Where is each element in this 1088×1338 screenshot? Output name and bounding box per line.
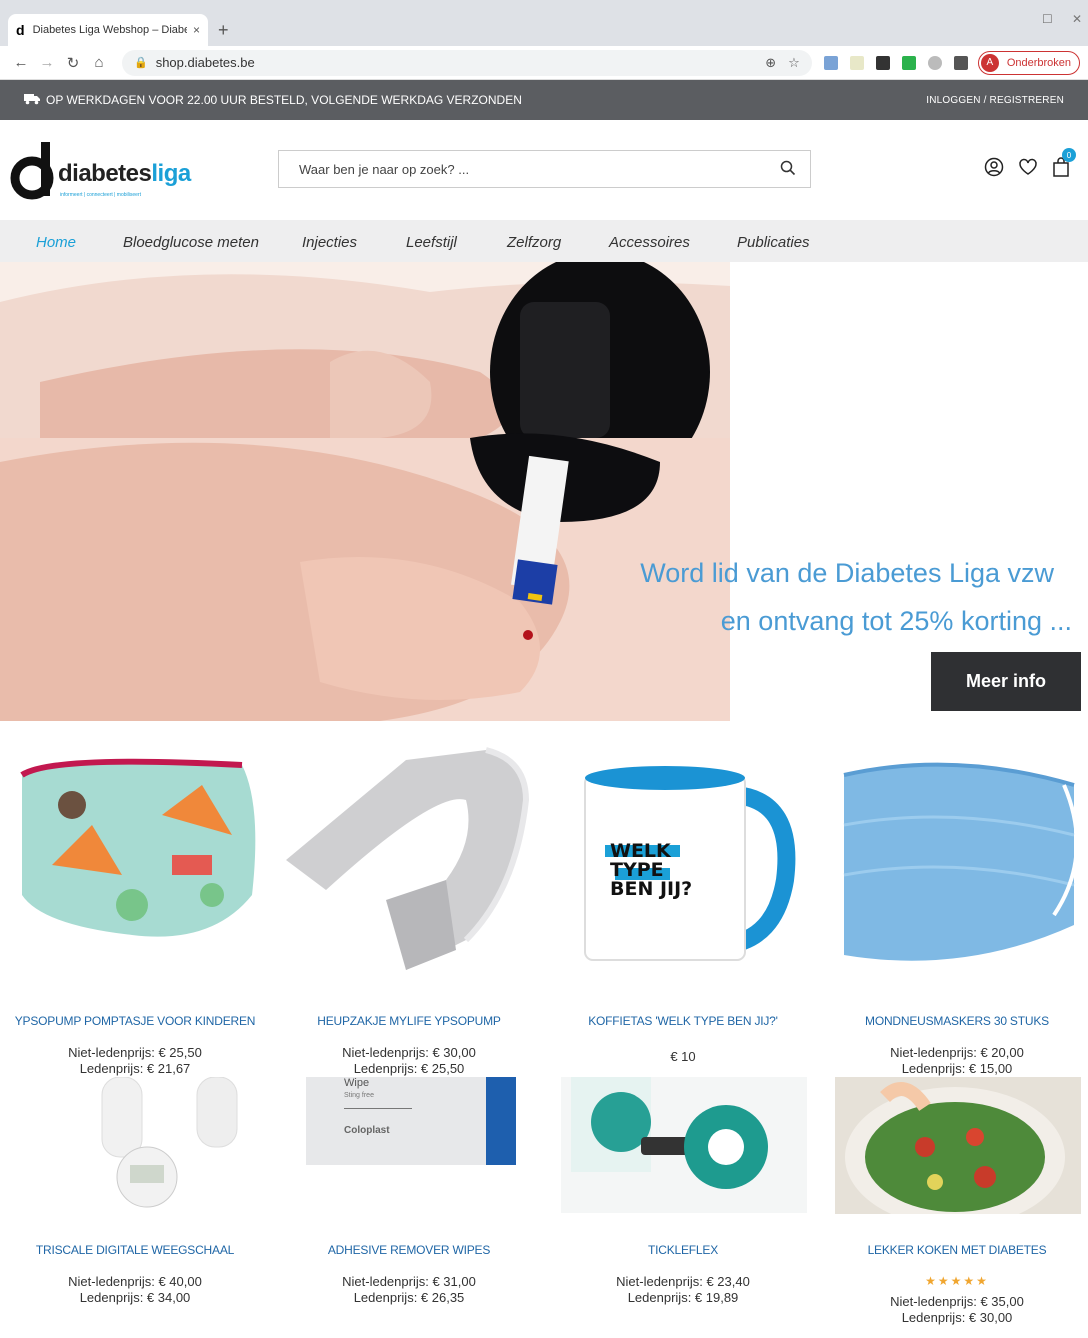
product-name[interactable]: MONDNEUSMASKERS 30 STUKS bbox=[822, 1014, 1088, 1028]
back-icon[interactable]: ← bbox=[8, 54, 34, 71]
nav-item-zelfzorg[interactable]: Zelfzorg bbox=[507, 234, 561, 251]
wipes-package-edge bbox=[486, 1077, 516, 1165]
wipes-brand: Coloplast bbox=[344, 1125, 390, 1136]
nav-item-accessoires[interactable]: Accessoires bbox=[609, 234, 690, 251]
product-name[interactable]: LEKKER KOKEN MET DIABETES bbox=[822, 1243, 1088, 1257]
nav-item-home[interactable]: Home bbox=[36, 234, 76, 251]
extension-dark-icon[interactable] bbox=[875, 55, 890, 70]
extension-check-icon[interactable] bbox=[901, 55, 916, 70]
wipes-sublabel: Sting free bbox=[344, 1092, 374, 1099]
cart-bag-icon[interactable]: 0 bbox=[1052, 148, 1076, 183]
shipping-bar: OP WERKDAGEN VOOR 22.00 UUR BESTELD, VOL… bbox=[0, 80, 1088, 120]
wishlist-heart-icon[interactable] bbox=[1018, 157, 1038, 182]
product-price: Niet-ledenprijs: € 30,00 Ledenprijs: € 25… bbox=[342, 1045, 476, 1076]
product-image-triscale[interactable] bbox=[12, 1077, 260, 1217]
close-window-icon[interactable]: ✕ bbox=[1072, 12, 1082, 26]
forward-icon[interactable]: → bbox=[34, 54, 60, 71]
product-name[interactable]: KOFFIETAS 'WELK TYPE BEN JIJ?' bbox=[548, 1014, 818, 1028]
extension-circle-icon[interactable] bbox=[927, 55, 942, 70]
close-tab-icon[interactable]: × bbox=[193, 23, 200, 37]
hero-subheadline: en ontvang tot 25% korting ... bbox=[720, 606, 1072, 636]
hero-headline: Word lid van de Diabetes Liga vzw bbox=[640, 558, 1054, 588]
zoom-icon[interactable]: ⊕ bbox=[765, 55, 776, 71]
extensions-puzzle-icon[interactable] bbox=[953, 55, 968, 70]
search-placeholder: Waar ben je naar op zoek? ... bbox=[299, 161, 470, 177]
search-icon[interactable] bbox=[780, 160, 796, 179]
hero-banner: Word lid van de Diabetes Liga vzw en ont… bbox=[0, 262, 1088, 721]
tab-title: Diabetes Liga Webshop – Diabet bbox=[32, 24, 187, 36]
mug-print-text: WELK TYPE BEN JIJ? bbox=[610, 840, 693, 900]
nav-item-leefstijl[interactable]: Leefstijl bbox=[406, 234, 457, 251]
product-name[interactable]: YPSOPUMP POMPTASJE VOOR KINDEREN bbox=[0, 1014, 270, 1028]
shipping-text: OP WERKDAGEN VOOR 22.00 UUR BESTELD, VOL… bbox=[46, 93, 522, 107]
site-header: diabetesliga informeert | connecteert | … bbox=[0, 120, 1088, 220]
avatar: A bbox=[980, 53, 999, 72]
logo-d-icon bbox=[10, 142, 54, 200]
login-register-link[interactable]: INLOGGEN / REGISTREREN bbox=[926, 95, 1064, 106]
product-image-pomptasje[interactable] bbox=[12, 745, 260, 985]
reload-icon[interactable]: ↻ bbox=[60, 54, 86, 72]
new-tab-icon[interactable]: + bbox=[218, 20, 229, 41]
product-price: € 10 bbox=[670, 1049, 696, 1064]
site-favicon-icon: d bbox=[16, 22, 25, 38]
product-image-lekker-koken[interactable] bbox=[835, 1077, 1081, 1214]
truck-icon bbox=[24, 93, 40, 108]
home-icon[interactable]: ⌂ bbox=[86, 54, 112, 71]
maximize-window-icon[interactable]: ☐ bbox=[1042, 12, 1053, 26]
extension-eye-icon[interactable] bbox=[849, 55, 864, 70]
rating-stars: ★★★★★ bbox=[925, 1274, 989, 1288]
browser-toolbar: ← → ↻ ⌂ 🔒 shop.diabetes.be ⊕ ☆ A Onderbr… bbox=[0, 46, 1088, 80]
wipes-label: Wipe bbox=[344, 1077, 370, 1089]
address-bar[interactable]: 🔒 shop.diabetes.be ⊕ ☆ bbox=[122, 49, 812, 76]
extension-map-icon[interactable] bbox=[823, 55, 838, 70]
product-name[interactable]: TRISCALE DIGITALE WEEGSCHAAL bbox=[0, 1243, 270, 1257]
profile-status: Onderbroken bbox=[1006, 56, 1072, 69]
product-price: Niet-ledenprijs: € 31,00 Ledenprijs: € 26… bbox=[342, 1274, 476, 1305]
logo-tagline: informeert | connecteert | mobiliseert bbox=[60, 192, 141, 198]
product-price: Niet-ledenprijs: € 40,00 Ledenprijs: € 34… bbox=[68, 1274, 202, 1305]
logo-wordmark: diabetesliga bbox=[58, 160, 191, 187]
product-price: Niet-ledenprijs: € 23,40 Ledenprijs: € 19… bbox=[616, 1274, 750, 1305]
product-image-koffietas[interactable]: WELK TYPE BEN JIJ? bbox=[560, 740, 810, 980]
wipes-divider bbox=[344, 1108, 412, 1109]
lock-icon: 🔒 bbox=[134, 57, 148, 69]
main-navigation: Home Bloedglucose meten Injecties Leefst… bbox=[0, 220, 1088, 262]
product-price: Niet-ledenprijs: € 25,50 Ledenprijs: € 21… bbox=[68, 1045, 202, 1076]
cart-count-badge: 0 bbox=[1062, 148, 1076, 162]
bookmark-star-icon[interactable]: ☆ bbox=[788, 55, 800, 71]
product-price: Niet-ledenprijs: € 20,00 Ledenprijs: € 15… bbox=[890, 1045, 1024, 1076]
search-input[interactable]: Waar ben je naar op zoek? ... bbox=[278, 150, 811, 188]
diabetes-liga-logo[interactable]: diabetesliga informeert | connecteert | … bbox=[10, 138, 210, 202]
browser-tab[interactable]: d Diabetes Liga Webshop – Diabet × bbox=[8, 14, 208, 46]
account-icon[interactable] bbox=[984, 157, 1004, 182]
product-image-mondneusmaskers[interactable] bbox=[834, 735, 1082, 980]
product-image-adhesive-wipes[interactable]: Wipe Sting free Coloplast bbox=[306, 1077, 516, 1165]
product-image-tickleflex[interactable] bbox=[561, 1077, 807, 1213]
browser-tab-strip: d Diabetes Liga Webshop – Diabet × + ☐ ✕ bbox=[0, 0, 1088, 46]
product-name[interactable]: TICKLEFLEX bbox=[548, 1243, 818, 1257]
product-name[interactable]: HEUPZAKJE MYLIFE YPSOPUMP bbox=[274, 1014, 544, 1028]
product-name[interactable]: ADHESIVE REMOVER WIPES bbox=[274, 1243, 544, 1257]
product-price: Niet-ledenprijs: € 35,00 Ledenprijs: € 30… bbox=[890, 1294, 1024, 1325]
profile-button[interactable]: A Onderbroken bbox=[977, 50, 1081, 75]
hero-finger-glucose-image bbox=[0, 262, 1088, 721]
product-image-heupzakje[interactable] bbox=[286, 740, 536, 980]
url-text: shop.diabetes.be bbox=[155, 55, 255, 70]
meer-info-button[interactable]: Meer info bbox=[931, 652, 1081, 711]
nav-item-publicaties[interactable]: Publicaties bbox=[737, 234, 810, 251]
nav-item-bloedglucose[interactable]: Bloedglucose meten bbox=[123, 234, 259, 251]
nav-item-injecties[interactable]: Injecties bbox=[302, 234, 357, 251]
